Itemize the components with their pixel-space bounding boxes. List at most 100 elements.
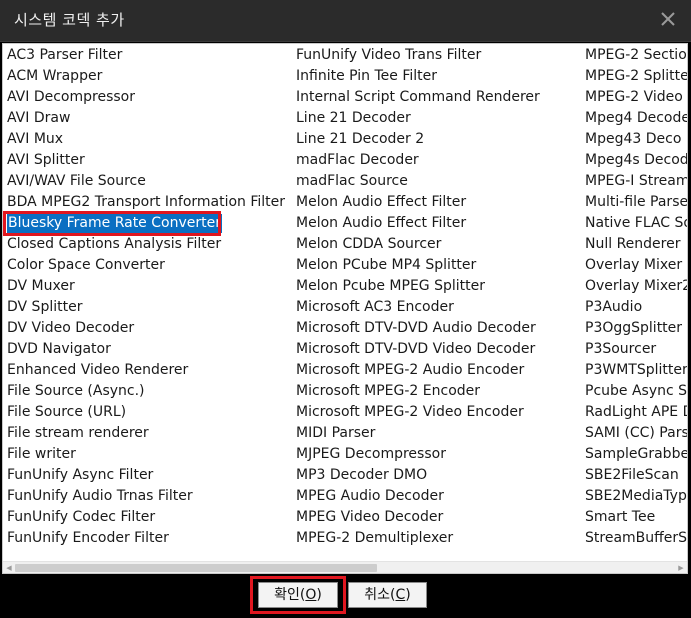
codec-list-item-label: SAMI (CC) Pars (585, 425, 688, 441)
codec-list-item[interactable]: Mpeg4s Decod (584, 150, 687, 171)
codec-list-item-label: FunUnify Audio Trnas Filter (7, 488, 193, 504)
codec-list-item[interactable]: Melon CDDA Sourcer (295, 234, 595, 255)
codec-list-item[interactable]: P3OggSplitter (584, 318, 687, 339)
codec-list-item[interactable]: RadLight APE D (584, 402, 687, 423)
codec-list-item[interactable]: Melon Audio Effect Filter (295, 213, 595, 234)
codec-list-item-label: Enhanced Video Renderer (7, 362, 189, 378)
codec-list-item[interactable]: Melon PCube MP4 Splitter (295, 255, 595, 276)
codec-list-item[interactable]: madFlac Source (295, 171, 595, 192)
codec-list-item[interactable]: File Source (Async.) (6, 381, 306, 402)
codec-list[interactable]: AC3 Parser Filter ACM Wrapper AVI Decompre… (2, 43, 688, 574)
codec-list-item-label: madFlac Decoder (296, 152, 419, 168)
codec-list-item[interactable]: Microsoft DTV-DVD Video Decoder (295, 339, 595, 360)
codec-list-item[interactable]: AC3 Parser Filter (6, 45, 306, 66)
codec-list-item[interactable]: FunUnify Encoder Filter (6, 528, 306, 549)
codec-list-item[interactable]: MJPEG Decompressor (295, 444, 595, 465)
codec-list-item[interactable]: SAMI (CC) Pars (584, 423, 688, 444)
codec-list-item[interactable]: madFlac Decoder (295, 150, 595, 171)
codec-list-item[interactable]: Microsoft MPEG-2 Encoder (295, 381, 595, 402)
codec-list-item[interactable]: P3Audio (584, 297, 687, 318)
codec-list-item-label: MPEG-2 Demultiplexer (296, 530, 454, 546)
codec-list-item[interactable]: Melon Audio Effect Filter (295, 192, 595, 213)
codec-list-item[interactable]: Microsoft MPEG-2 Audio Encoder (295, 360, 595, 381)
codec-list-item[interactable]: Multi-file Parse (584, 192, 688, 213)
codec-list-item[interactable]: Mpeg43 Deco (584, 129, 687, 150)
codec-list-item-label: ACM Wrapper (7, 68, 103, 84)
codec-list-item-label: BDA MPEG2 Transport Information Filter (7, 194, 286, 210)
codec-list-item[interactable]: DV Video Decoder (6, 318, 306, 339)
codec-list-item[interactable]: File Source (URL) (6, 402, 306, 423)
codec-list-item[interactable]: MIDI Parser (295, 423, 595, 444)
codec-list-item-label: MPEG Audio Decoder (296, 488, 444, 504)
codec-list-item-label: DV Video Decoder (7, 320, 135, 336)
codec-list-item[interactable]: MPEG-I Stream (584, 171, 687, 192)
codec-list-item-label: File writer (7, 446, 76, 462)
codec-list-column-1: AC3 Parser Filter ACM Wrapper AVI Decompre… (3, 45, 306, 549)
codec-list-item[interactable]: FunUnify Audio Trnas Filter (6, 486, 306, 507)
codec-list-item[interactable]: MPEG-2 Video (584, 87, 687, 108)
codec-list-item-label: Melon PCube MP4 Splitter (296, 257, 477, 273)
codec-list-item[interactable]: AVI/WAV File Source (6, 171, 306, 192)
codec-list-item-label: MPEG-2 Splitte (585, 68, 688, 84)
cancel-button[interactable]: 취소(C) (348, 582, 427, 608)
codec-list-item[interactable]: Smart Tee (584, 507, 687, 528)
codec-list-item[interactable]: ACM Wrapper (6, 66, 306, 87)
codec-list-item-label: Line 21 Decoder (296, 110, 411, 126)
scroll-right-icon[interactable]: ▶ (676, 563, 686, 573)
codec-list-item[interactable]: BDA MPEG2 Transport Information Filter (6, 192, 306, 213)
codec-list-item[interactable]: SampleGrabbe (584, 444, 687, 465)
codec-list-item[interactable]: FunUnify Video Trans Filter (295, 45, 595, 66)
codec-list-item[interactable]: P3WMTSplitter (584, 360, 687, 381)
codec-list-item[interactable]: Microsoft DTV-DVD Audio Decoder (295, 318, 595, 339)
codec-list-item[interactable]: Internal Script Command Renderer (295, 87, 595, 108)
codec-list-item[interactable]: FunUnify Async Filter (6, 465, 306, 486)
codec-list-item[interactable]: Overlay Mixer (584, 255, 687, 276)
codec-list-item[interactable]: Color Space Converter (6, 255, 306, 276)
codec-list-item[interactable]: FunUnify Codec Filter (6, 507, 306, 528)
codec-list-item[interactable]: Null Renderer (584, 234, 687, 255)
ok-button[interactable]: 확인(O) (258, 582, 338, 608)
codec-list-item[interactable]: Enhanced Video Renderer (6, 360, 306, 381)
codec-list-item[interactable]: File writer (6, 444, 306, 465)
codec-list-item-selected[interactable]: Bluesky Frame Rate Converter (3, 211, 306, 236)
codec-list-item[interactable]: Pcube Async So (584, 381, 687, 402)
codec-list-item[interactable]: Native FLAC So (584, 213, 687, 234)
codec-list-item[interactable]: Microsoft AC3 Encoder (295, 297, 595, 318)
codec-list-item[interactable]: AVI Decompressor (6, 87, 306, 108)
codec-list-item[interactable]: Closed Captions Analysis Filter (6, 234, 306, 255)
codec-list-item[interactable]: SBE2MediaType (584, 486, 687, 507)
codec-list-item[interactable]: Melon Pcube MPEG Splitter (295, 276, 595, 297)
codec-list-item[interactable]: StreamBufferSin (584, 528, 687, 549)
codec-list-item[interactable]: AVI Mux (6, 129, 306, 150)
codec-list-item-label: File Source (URL) (7, 404, 127, 420)
codec-list-item[interactable]: DV Muxer (6, 276, 306, 297)
codec-list-item[interactable]: Mpeg4 Decode (584, 108, 687, 129)
dialog-title: 시스템 코덱 추가 (14, 11, 125, 29)
codec-list-item[interactable]: Line 21 Decoder 2 (295, 129, 595, 150)
codec-list-item[interactable]: MPEG-2 Demultiplexer (295, 528, 595, 549)
codec-list-item[interactable]: AVI Splitter (6, 150, 306, 171)
close-icon[interactable] (657, 8, 679, 30)
codec-list-item[interactable]: MP3 Decoder DMO (295, 465, 595, 486)
codec-list-item[interactable]: Overlay Mixer2 (584, 276, 687, 297)
codec-list-item[interactable]: MPEG-2 Splitte (584, 66, 688, 87)
codec-list-item[interactable]: AVI Draw (6, 108, 306, 129)
scroll-left-icon[interactable]: ◀ (4, 563, 14, 573)
codec-list-item[interactable]: DV Splitter (6, 297, 306, 318)
codec-list-item[interactable]: Infinite Pin Tee Filter (295, 66, 595, 87)
scrollbar-thumb[interactable] (15, 564, 377, 572)
horizontal-scrollbar[interactable]: ◀ ▶ (3, 561, 687, 573)
codec-list-item[interactable]: Microsoft MPEG-2 Video Encoder (295, 402, 595, 423)
codec-list-item[interactable]: P3Sourcer (584, 339, 687, 360)
codec-list-item-label: Microsoft DTV-DVD Video Decoder (296, 341, 536, 357)
codec-list-item[interactable]: MPEG-2 Sectio (584, 45, 687, 66)
codec-list-item[interactable]: MPEG Video Decoder (295, 507, 595, 528)
codec-list-item[interactable]: SBE2FileScan (584, 465, 687, 486)
codec-list-item-label: Multi-file Parse (585, 194, 688, 210)
codec-list-item[interactable]: Line 21 Decoder (295, 108, 595, 129)
codec-list-item[interactable]: DVD Navigator (6, 339, 306, 360)
codec-list-item[interactable]: MPEG Audio Decoder (295, 486, 595, 507)
cancel-button-label-end: ) (405, 587, 411, 603)
codec-list-item[interactable]: File stream renderer (6, 423, 306, 444)
codec-list-item-label: File stream renderer (7, 425, 149, 441)
